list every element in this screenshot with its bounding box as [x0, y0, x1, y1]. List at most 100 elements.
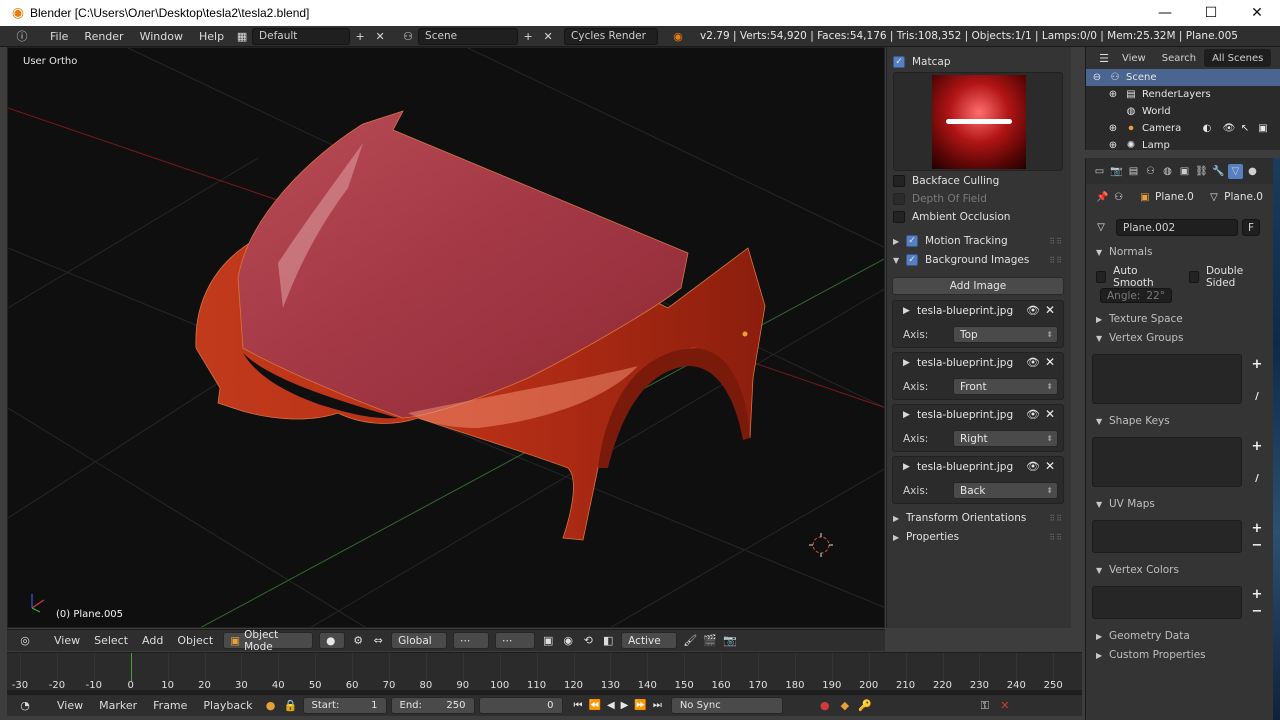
proportional-edit-icon[interactable]: ◉ [558, 632, 578, 649]
edit-shape-key-button[interactable]: / [1249, 470, 1265, 486]
outliner-item-lamp[interactable]: ⊕ ✺ Lamp [1086, 137, 1280, 150]
background-images-checkbox[interactable]: ✓ [906, 254, 918, 266]
eye-icon[interactable]: 👁 [1026, 356, 1040, 369]
keying-set-icon[interactable]: ◆ [835, 697, 855, 714]
expand-triangle-icon[interactable]: ▶ [903, 410, 910, 420]
outliner-item-scene[interactable]: ⊖ ⚇ Scene [1086, 69, 1280, 86]
expand-icon[interactable]: ⊕ [1106, 88, 1120, 102]
shape-keys-section[interactable]: ▼ Shape Keys [1096, 412, 1263, 430]
expand-triangle-icon[interactable]: ▶ [893, 533, 903, 542]
normals-section[interactable]: ▼ Normals [1096, 243, 1263, 261]
add-scene-icon[interactable]: + [518, 28, 538, 45]
outliner-item-camera[interactable]: ⊕ ⏺ Camera ◐ 👁 ↖ ▣ [1086, 120, 1280, 137]
render-tab-icon[interactable]: 📷 [1109, 164, 1124, 179]
texture-space-section[interactable]: ▶ Texture Space [1096, 310, 1263, 328]
ambient-occlusion-row[interactable]: Ambient Occlusion [893, 208, 1065, 226]
transform-orientations-section[interactable]: ▶ Transform Orientations ⠿⠿ [893, 509, 1065, 527]
expand-triangle-icon[interactable]: ▶ [903, 462, 910, 472]
add-image-button[interactable]: Add Image [892, 277, 1064, 295]
mesh-browse-icon[interactable]: ▽ [1094, 220, 1108, 234]
timeline-menu-view[interactable]: View [49, 695, 91, 716]
3d-viewport[interactable]: User Ortho (0) Plane.005 [7, 47, 885, 628]
sync-mode-select[interactable]: No Sync [670, 697, 783, 714]
matcap-row[interactable]: ✓ Matcap [893, 53, 1065, 71]
current-frame-cursor[interactable] [130, 653, 132, 681]
keying-icon[interactable]: ● [261, 697, 281, 714]
render-layers-tab-icon[interactable]: ▤ [1126, 164, 1141, 179]
manipulator-icon[interactable]: ⇔ [368, 632, 388, 649]
world-tab-icon[interactable]: ◍ [1160, 164, 1175, 179]
render-engine-select[interactable]: Cycles Render [564, 27, 659, 45]
snap-target-icon[interactable]: ◧ [598, 632, 618, 649]
custom-properties-section[interactable]: ▶ Custom Properties [1096, 646, 1263, 664]
expand-triangle-icon[interactable]: ▶ [1096, 651, 1106, 660]
expand-icon[interactable]: ⊕ [1106, 139, 1120, 150]
collapse-triangle-icon[interactable]: ▼ [1096, 334, 1106, 343]
remove-image-icon[interactable]: ✕ [1045, 407, 1055, 421]
outliner-editor-icon[interactable]: ☰ [1094, 50, 1114, 67]
expand-triangle-icon[interactable]: ▶ [893, 237, 903, 246]
render-camera-icon[interactable]: ▣ [1256, 122, 1270, 136]
vertex-colors-section[interactable]: ▼ Vertex Colors [1096, 561, 1263, 579]
jump-start-icon[interactable]: ⏮ [571, 700, 586, 711]
properties-section[interactable]: ▶ Properties ⠿⠿ [893, 528, 1065, 546]
outliner-tab-all-scenes[interactable]: All Scenes [1204, 49, 1272, 67]
screen-layout-field[interactable]: Default [252, 27, 351, 45]
timeline-menu-frame[interactable]: Frame [145, 695, 195, 716]
camera-render-icon[interactable]: 📷 [720, 632, 740, 649]
axis-select[interactable]: Top [953, 326, 1058, 343]
cursor-select-icon[interactable]: ↖ [1238, 122, 1252, 136]
opengl-render-icon[interactable]: 🖌 [680, 632, 700, 649]
background-images-section[interactable]: ▼ ✓ Background Images ⠿⠿ [893, 251, 1065, 269]
matcap-checkbox[interactable]: ✓ [893, 56, 905, 68]
maximize-button[interactable]: ☐ [1188, 0, 1234, 26]
remove-image-icon[interactable]: ✕ [1045, 459, 1055, 473]
minimize-button[interactable]: — [1142, 0, 1188, 26]
drag-handle-icon[interactable]: ⠿⠿ [1049, 237, 1063, 246]
eye-icon[interactable]: 👁 [1026, 460, 1040, 473]
menu-help[interactable]: Help [191, 26, 232, 47]
drag-handle-icon[interactable]: ⠿⠿ [1049, 256, 1063, 265]
matcap-preview[interactable] [893, 72, 1063, 171]
start-frame-field[interactable]: Start: 1 [302, 697, 387, 714]
render-animation-icon[interactable]: 🎬 [700, 632, 720, 649]
remove-layout-icon[interactable]: ✕ [370, 28, 390, 45]
menu-render[interactable]: Render [76, 26, 131, 47]
add-vertex-group-button[interactable]: + [1249, 356, 1265, 372]
drag-handle-icon[interactable]: ⠿⠿ [1049, 514, 1063, 523]
menu-view[interactable]: View [47, 630, 87, 651]
motion-tracking-checkbox[interactable]: ✓ [906, 235, 918, 247]
add-layout-icon[interactable]: + [350, 28, 370, 45]
info-editor-icon[interactable]: ⓘ [12, 28, 32, 45]
fake-user-button[interactable]: F [1242, 219, 1260, 236]
backface-culling-checkbox[interactable] [893, 175, 905, 187]
expand-triangle-icon[interactable]: ▶ [1096, 315, 1106, 324]
menu-window[interactable]: Window [132, 26, 191, 47]
uv-maps-section[interactable]: ▼ UV Maps [1096, 495, 1263, 513]
collapse-icon[interactable]: ⊖ [1090, 71, 1104, 85]
close-window-button[interactable]: ✕ [1234, 0, 1280, 26]
collapse-triangle-icon[interactable]: ▼ [1096, 417, 1106, 426]
remove-image-icon[interactable]: ✕ [1045, 303, 1055, 317]
double-sided-checkbox[interactable] [1188, 271, 1199, 283]
insert-keyframe-key-icon[interactable]: ⚿ [975, 697, 995, 714]
pivot-point-icon[interactable]: ⚙ [348, 632, 368, 649]
ambient-occlusion-checkbox[interactable] [893, 211, 905, 223]
modifiers-tab-icon[interactable]: 🔧 [1211, 164, 1226, 179]
pin-icon[interactable]: 📌 [1096, 190, 1108, 204]
insert-keyframe-icon[interactable]: 🔑 [855, 697, 875, 714]
vertex-groups-section[interactable]: ▼ Vertex Groups [1096, 329, 1263, 347]
axis-select[interactable]: Right [953, 430, 1058, 447]
camera-data-icon[interactable]: ◐ [1200, 122, 1214, 136]
vertex-groups-list[interactable] [1092, 354, 1242, 404]
object-mode-select[interactable]: ▣ Object Mode [223, 629, 314, 653]
timeline-menu-playback[interactable]: Playback [195, 695, 260, 716]
remove-uv-map-button[interactable]: − [1249, 537, 1265, 553]
uv-maps-list[interactable] [1092, 520, 1242, 553]
expand-icon[interactable]: ⊕ [1106, 122, 1120, 136]
menu-file[interactable]: File [42, 26, 76, 47]
vertex-colors-list[interactable] [1092, 586, 1242, 619]
mesh-name-field[interactable]: Plane.002 [1116, 219, 1238, 236]
delete-keyframe-icon[interactable]: ✕ [995, 697, 1015, 714]
eye-icon[interactable]: 👁 [1222, 122, 1236, 136]
